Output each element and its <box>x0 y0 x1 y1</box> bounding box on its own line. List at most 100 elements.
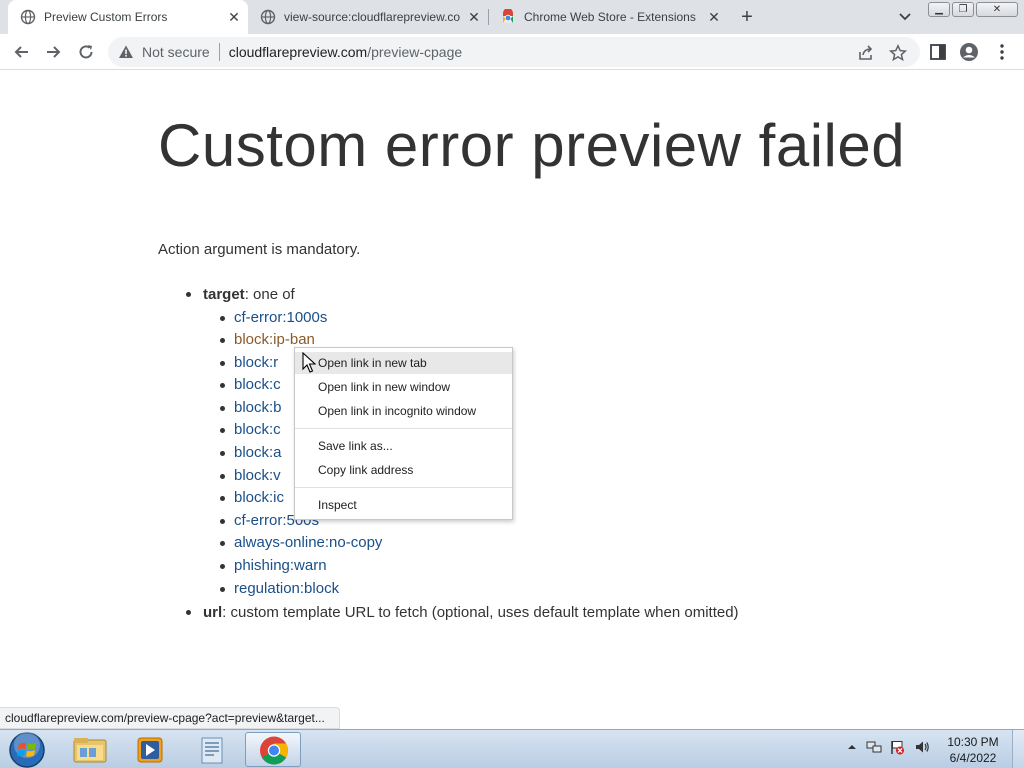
profile-avatar-icon[interactable] <box>959 42 979 62</box>
argument-name: target <box>203 286 245 303</box>
target-link[interactable]: always-online:no-copy <box>234 534 382 551</box>
list-bullet <box>220 360 225 366</box>
document-app-icon <box>201 737 223 764</box>
menu-item-save-link[interactable]: Save link as... <box>295 435 512 457</box>
menu-item-open-new-window[interactable]: Open link in new window <box>295 376 512 398</box>
warning-icon[interactable] <box>118 44 134 60</box>
target-link[interactable]: block:c <box>234 421 281 438</box>
restore-icon[interactable]: ❐ <box>952 2 974 17</box>
close-tab-icon[interactable]: ✕ <box>466 9 482 25</box>
mouse-cursor-icon <box>302 352 316 373</box>
action-center-icon[interactable] <box>889 739 905 755</box>
argument-url: url: custom template URL to fetch (optio… <box>186 602 739 625</box>
globe-icon <box>260 9 276 25</box>
list-bullet <box>186 292 191 297</box>
minimize-icon[interactable]: ▁ <box>928 2 950 17</box>
context-menu: Open link in new tab Open link in new wi… <box>294 347 513 520</box>
page-title: Custom error preview failed <box>158 112 906 179</box>
close-tab-icon[interactable]: ✕ <box>706 9 722 25</box>
target-link[interactable]: block:c <box>234 376 281 393</box>
menu-item-inspect[interactable]: Inspect <box>295 494 512 516</box>
media-player-icon <box>137 737 163 763</box>
target-link[interactable]: cf-error:1000s <box>234 309 327 326</box>
side-panel-icon[interactable] <box>928 42 948 62</box>
target-link[interactable]: block:v <box>234 467 281 484</box>
target-link[interactable]: block:r <box>234 354 278 371</box>
error-message: Action argument is mandatory. <box>158 241 361 258</box>
folder-icon <box>73 738 107 763</box>
close-window-icon[interactable]: ✕ <box>976 2 1018 17</box>
list-bullet <box>220 338 225 344</box>
taskbar: 10:30 PM 6/4/2022 <box>0 729 1024 768</box>
chrome-icon <box>260 736 288 765</box>
tab-strip: Preview Custom Errors ✕ view-source:clou… <box>0 0 1024 34</box>
tab-chrome-web-store[interactable]: Chrome Web Store - Extensions ✕ <box>488 0 728 34</box>
argument-name: url <box>203 604 223 622</box>
list-bullet <box>186 610 191 616</box>
show-desktop-button[interactable] <box>1012 730 1024 768</box>
clock-date: 6/4/2022 <box>949 751 997 765</box>
taskbar-clock[interactable]: 10:30 PM 6/4/2022 <box>940 734 1006 766</box>
tab-title: Preview Custom Errors <box>44 10 168 24</box>
taskbar-document-app[interactable] <box>183 732 239 767</box>
argument-desc: : one of <box>244 286 295 303</box>
clock-time: 10:30 PM <box>947 735 999 749</box>
list-bullet <box>220 496 225 502</box>
tab-title: view-source:cloudflarepreview.co <box>284 10 460 24</box>
bookmark-star-icon[interactable] <box>889 44 907 62</box>
security-status[interactable]: Not secure <box>142 44 210 60</box>
show-hidden-icons-icon[interactable] <box>844 739 860 755</box>
menu-item-copy-link[interactable]: Copy link address <box>295 459 512 481</box>
taskbar-explorer[interactable] <box>62 732 118 767</box>
tab-view-source[interactable]: view-source:cloudflarepreview.co ✕ <box>248 0 488 34</box>
menu-item-open-new-tab[interactable]: Open link in new tab <box>295 352 512 374</box>
tab-title: Chrome Web Store - Extensions <box>524 10 696 24</box>
forward-arrow-icon[interactable] <box>43 42 63 62</box>
list-bullet <box>220 428 225 434</box>
chevron-down-icon[interactable] <box>896 8 914 26</box>
argument-desc: : custom template URL to fetch (optional… <box>222 604 739 622</box>
address-divider <box>218 43 220 61</box>
back-arrow-icon[interactable] <box>12 42 32 62</box>
target-link[interactable]: block:b <box>234 399 282 416</box>
list-bullet <box>220 473 225 479</box>
menu-item-open-incognito[interactable]: Open link in incognito window <box>295 400 512 422</box>
address-bar[interactable]: Not secure cloudflarepreview.com/preview… <box>108 37 920 67</box>
chrome-web-store-icon <box>502 9 514 23</box>
list-bullet <box>220 586 225 592</box>
list-bullet <box>220 315 225 321</box>
volume-icon[interactable] <box>914 739 930 755</box>
taskbar-chrome[interactable] <box>245 732 301 767</box>
network-icon[interactable] <box>866 739 882 755</box>
globe-icon <box>20 9 36 25</box>
target-link[interactable]: block:a <box>234 444 282 461</box>
list-bullet <box>220 451 225 457</box>
target-link[interactable]: phishing:warn <box>234 557 327 574</box>
list-bullet <box>220 518 225 524</box>
list-item: always-online:no-copy <box>220 532 739 555</box>
url-path: /preview-cpage <box>367 44 463 60</box>
list-bullet <box>220 405 225 411</box>
list-bullet <box>220 383 225 389</box>
link-status-url: cloudflarepreview.com/preview-cpage?act=… <box>0 707 340 729</box>
list-bullet <box>220 541 225 547</box>
new-tab-button[interactable]: + <box>736 6 758 28</box>
list-bullet <box>220 564 225 570</box>
taskbar-media-player[interactable] <box>122 732 178 767</box>
target-link[interactable]: block:ic <box>234 489 284 506</box>
close-tab-icon[interactable]: ✕ <box>226 9 242 25</box>
tab-preview-custom-errors[interactable]: Preview Custom Errors ✕ <box>8 0 248 34</box>
menu-separator <box>295 487 512 488</box>
windows-start-icon[interactable] <box>8 731 46 768</box>
url-host: cloudflarepreview.com <box>228 44 368 60</box>
window-controls: ▁ ❐ ✕ <box>928 2 1020 18</box>
list-item: regulation:block <box>220 578 739 601</box>
reload-icon[interactable] <box>76 42 96 62</box>
share-icon[interactable] <box>857 44 875 62</box>
list-item: cf-error:1000s <box>220 307 739 330</box>
target-link[interactable]: regulation:block <box>234 580 339 597</box>
target-link[interactable]: block:ip-ban <box>234 331 315 348</box>
list-item: phishing:warn <box>220 555 739 578</box>
kebab-menu-icon[interactable] <box>992 42 1012 62</box>
menu-separator <box>295 428 512 429</box>
